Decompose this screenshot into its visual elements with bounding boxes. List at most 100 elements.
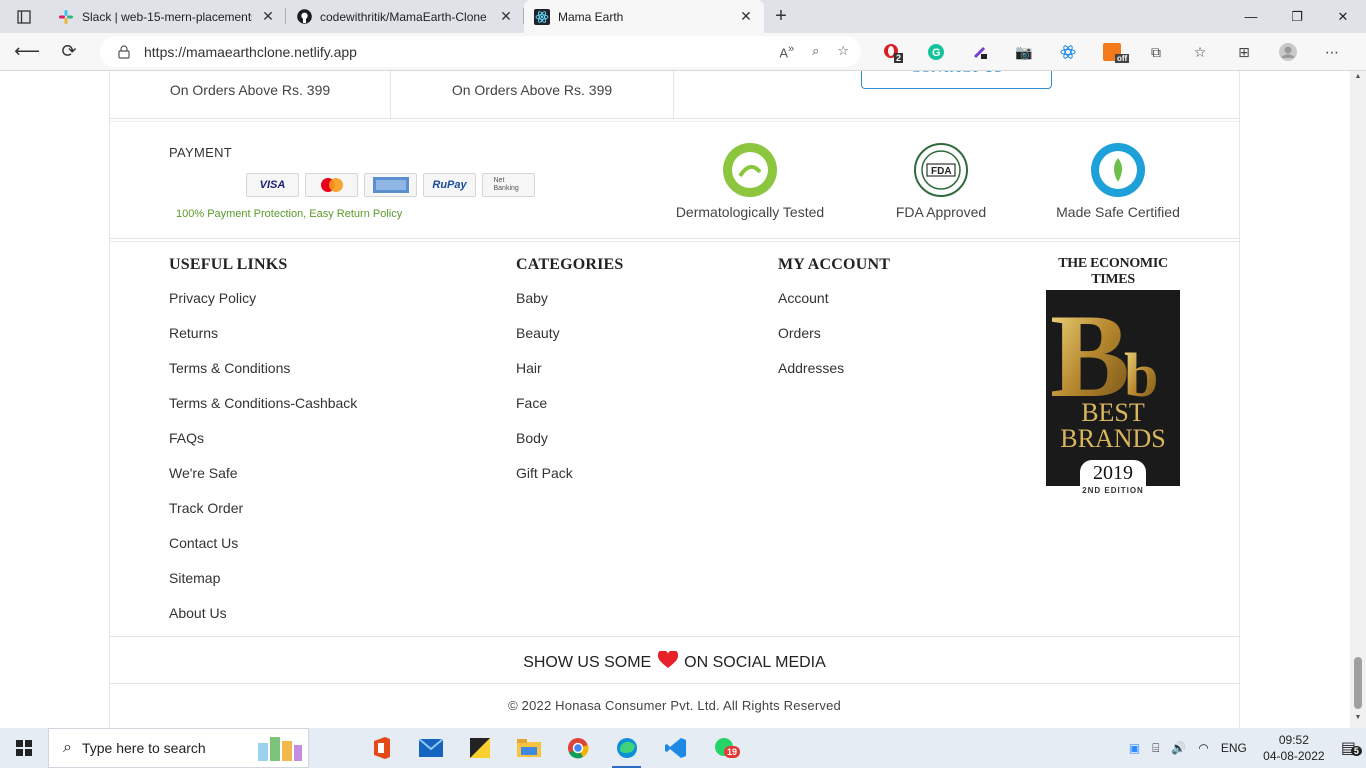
language-indicator[interactable]: ENG — [1221, 741, 1247, 755]
windows-taskbar: ⌕ Type here to search 19 ▣ ⌸ 🔊 ◠ ENG 09:… — [0, 728, 1366, 768]
react-devtools-icon[interactable] — [1046, 33, 1090, 71]
close-tab-icon[interactable]: ✕ — [498, 8, 514, 25]
network-tray-icon[interactable]: ⌸ — [1152, 741, 1159, 756]
vscode-icon[interactable] — [651, 728, 700, 768]
footer-link-track-order[interactable]: Track Order — [169, 500, 357, 535]
opera-extension-icon[interactable]: 2 — [870, 33, 914, 71]
copyright-text: © 2022 Honasa Consumer Pvt. Ltd. All Rig… — [508, 698, 841, 713]
payment-title: PAYMENT — [169, 145, 233, 160]
add-favorite-icon[interactable]: ☆ — [837, 43, 849, 59]
scroll-up-icon[interactable]: ▲ — [1350, 73, 1366, 87]
whatsapp-icon[interactable]: 19 — [700, 728, 749, 768]
extensions-icon[interactable]: ⧉ — [1134, 33, 1178, 71]
footer-link-contact-us[interactable]: Contact Us — [169, 535, 357, 570]
categories-column: CATEGORIES Baby Beauty Hair Face Body Gi… — [516, 256, 624, 500]
tab-actions-button[interactable] — [0, 0, 48, 33]
category-link-baby[interactable]: Baby — [516, 290, 624, 325]
tab-actions-icon — [17, 9, 31, 24]
new-tab-button[interactable]: + — [764, 0, 798, 33]
eyedropper-icon[interactable] — [958, 33, 1002, 71]
account-link-addresses[interactable]: Addresses — [778, 360, 890, 395]
account-link-orders[interactable]: Orders — [778, 325, 890, 360]
settings-more-icon[interactable]: ⋯ — [1310, 33, 1354, 71]
tab-github[interactable]: codewithritik/MamaEarth-Clone ✕ — [286, 0, 524, 33]
category-link-face[interactable]: Face — [516, 395, 624, 430]
footer-link-about-us[interactable]: About Us — [169, 605, 357, 640]
category-link-beauty[interactable]: Beauty — [516, 325, 624, 360]
chrome-icon[interactable] — [553, 728, 602, 768]
close-tab-icon[interactable]: ✕ — [738, 8, 754, 25]
scrollbar-thumb[interactable] — [1354, 657, 1362, 709]
github-icon — [296, 9, 312, 25]
extension-badge: off — [1115, 54, 1130, 63]
footer-link-were-safe[interactable]: We're Safe — [169, 465, 357, 500]
footer-link-terms-cashback[interactable]: Terms & Conditions-Cashback — [169, 395, 357, 430]
social-media-banner: SHOW US SOME ON SOCIAL MEDIA — [110, 638, 1239, 684]
screenshot-icon[interactable]: 📷 — [1002, 33, 1046, 71]
categories-heading: CATEGORIES — [516, 256, 624, 273]
address-bar[interactable]: https://mamaearthclone.netlify.app A» ⌕ … — [100, 36, 861, 67]
zoom-icon[interactable]: ⌕ — [812, 43, 819, 59]
notifications-icon[interactable]: ▤ 5 — [1341, 738, 1362, 758]
collections-icon[interactable]: ⊞ — [1222, 33, 1266, 71]
restore-icon[interactable]: ❐ — [1274, 0, 1320, 33]
whatsapp-badge: 19 — [724, 746, 741, 758]
react-icon — [534, 8, 550, 25]
category-link-hair[interactable]: Hair — [516, 360, 624, 395]
award-masthead: THE ECONOMIC TIMES — [1058, 256, 1168, 287]
tab-slack[interactable]: Slack | web-15-mern-placements ✕ — [48, 0, 286, 33]
edge-icon[interactable] — [602, 728, 651, 768]
off-extension-icon[interactable]: off — [1090, 33, 1134, 71]
file-explorer-icon[interactable] — [504, 728, 553, 768]
badge-caption: FDA Approved — [895, 204, 987, 220]
slack-icon — [58, 9, 74, 25]
favorites-icon[interactable]: ☆ — [1178, 33, 1222, 71]
refresh-icon[interactable]: ⟳ — [48, 33, 90, 71]
zoom-tray-icon[interactable]: ▣ — [1129, 741, 1140, 755]
page-scrollbar[interactable]: ▲ ▼ — [1350, 71, 1366, 728]
tab-mama-earth[interactable]: Mama Earth ✕ — [524, 0, 764, 33]
extension-badge: 2 — [894, 53, 904, 63]
svg-text:FDA: FDA — [931, 166, 952, 177]
sticky-notes-icon[interactable] — [455, 728, 504, 768]
close-tab-icon[interactable]: ✕ — [260, 8, 276, 25]
category-link-body[interactable]: Body — [516, 430, 624, 465]
office-icon[interactable] — [357, 728, 406, 768]
award-best-brands: BEST BRANDS — [1046, 400, 1180, 452]
made-safe-badge: Made Safe Certified — [1033, 142, 1203, 220]
footer-link-terms[interactable]: Terms & Conditions — [169, 360, 357, 395]
url-text[interactable]: https://mamaearthclone.netlify.app — [144, 44, 357, 60]
wifi-icon[interactable]: ◠ — [1198, 741, 1208, 755]
profile-avatar-icon[interactable] — [1266, 33, 1310, 71]
award-line-brands: BRANDS — [1060, 424, 1166, 453]
windows-start-icon[interactable] — [0, 728, 48, 768]
account-link-account[interactable]: Account — [778, 290, 890, 325]
back-icon[interactable]: ⟵ — [6, 33, 48, 71]
extensions-bar: 2 G 📷 off ⧉ ☆ ⊞ ⋯ — [870, 33, 1354, 71]
minimize-icon[interactable]: — — [1228, 0, 1274, 33]
footer-container: On Orders Above Rs. 399 On Orders Above … — [109, 71, 1240, 728]
offer-cell: On Orders Above Rs. 399 — [391, 71, 674, 119]
heart-icon — [657, 651, 678, 668]
visa-card-icon: VISA — [246, 173, 299, 197]
svg-text:B: B — [1050, 290, 1130, 400]
taskbar-clock[interactable]: 09:52 04-08-2022 — [1259, 732, 1329, 764]
taskbar-apps: 19 — [357, 728, 749, 768]
scroll-down-icon[interactable]: ▼ — [1350, 714, 1366, 728]
payment-cards: VISA RuPay Net Banking — [246, 173, 535, 197]
category-link-gift-pack[interactable]: Gift Pack — [516, 465, 624, 500]
footer-link-sitemap[interactable]: Sitemap — [169, 570, 357, 605]
footer-link-privacy-policy[interactable]: Privacy Policy — [169, 290, 357, 325]
mail-icon[interactable] — [406, 728, 455, 768]
taskbar-search-box[interactable]: ⌕ Type here to search — [48, 728, 309, 768]
contact-us-button[interactable]: CONTACT US — [861, 71, 1052, 89]
footer-link-faqs[interactable]: FAQs — [169, 430, 357, 465]
close-window-icon[interactable]: ✕ — [1320, 0, 1366, 33]
fda-approved-seal-icon: FDA — [913, 142, 969, 198]
read-aloud-icon[interactable]: A» — [779, 43, 794, 60]
offer-text: On Orders Above Rs. 399 — [169, 82, 331, 98]
footer-link-returns[interactable]: Returns — [169, 325, 357, 360]
volume-icon[interactable]: 🔊 — [1171, 741, 1186, 755]
grammarly-icon[interactable]: G — [914, 33, 958, 71]
useful-links-column: USEFUL LINKS Privacy Policy Returns Term… — [169, 256, 357, 640]
